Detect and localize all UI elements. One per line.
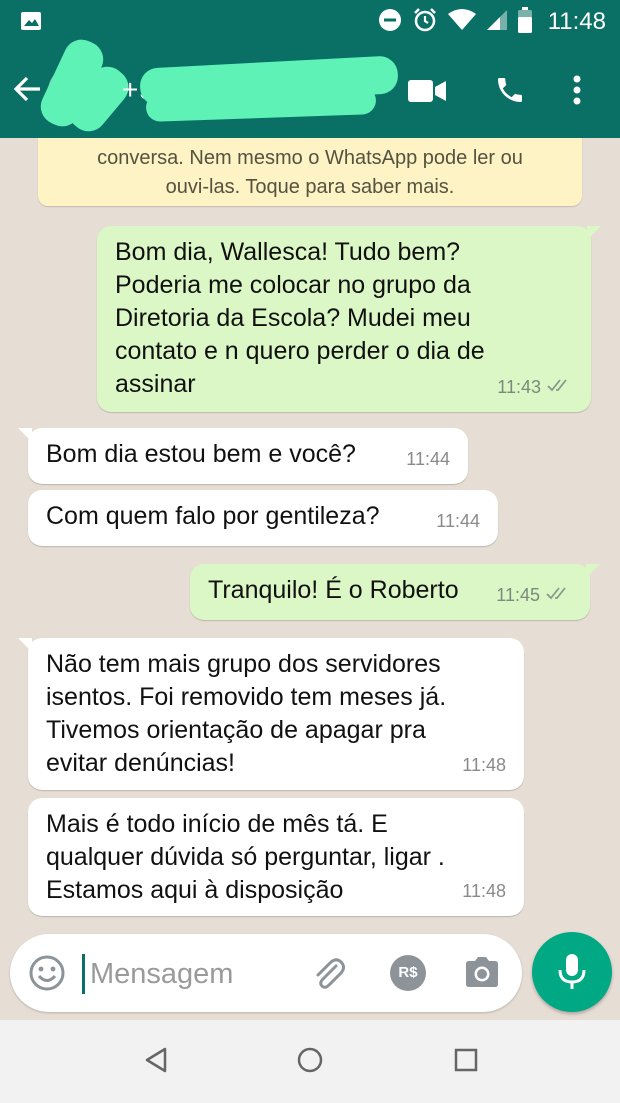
message-text: Mais é todo início de mês tá. E qualquer… [46,810,445,904]
signal-icon [486,9,508,36]
nav-recents-icon[interactable] [453,1046,479,1079]
message-time: 11:45 [496,585,540,605]
message-text: Bom dia, Wallesca! Tudo bem? Poderia me … [115,238,485,398]
message-text: Tranquilo! É o Roberto [208,576,459,604]
message-time: 11:44 [436,511,480,531]
message-text: Com quem falo por gentileza? [46,502,380,530]
system-navigation-bar [0,1020,620,1103]
encryption-notice-line: conversa. Nem mesmo o WhatsApp pode ler … [97,147,523,169]
incoming-message[interactable]: Com quem falo por gentileza? 11:44 [28,490,498,546]
chat-header: +5 [0,33,620,139]
voice-message-button[interactable] [532,932,612,1012]
camera-icon[interactable] [464,956,500,993]
message-time: 11:48 [462,881,506,901]
wifi-icon [447,8,476,36]
outgoing-message[interactable]: Tranquilo! É o Roberto 11:45 [190,564,600,620]
incoming-message[interactable]: Não tem mais grupo dos servidores isento… [18,638,524,790]
encryption-notice[interactable]: conversa. Nem mesmo o WhatsApp pode ler … [38,138,582,206]
incoming-message[interactable]: Bom dia estou bem e você? 11:44 [18,428,468,484]
message-input[interactable] [88,952,302,996]
text-cursor [82,954,85,994]
battery-icon [517,6,532,38]
attach-icon[interactable] [310,954,348,997]
message-composer: R$ [10,934,522,1012]
nav-back-icon[interactable] [143,1046,169,1079]
video-call-icon[interactable] [408,78,446,109]
read-check-icon [546,579,572,612]
more-options-icon[interactable] [572,74,582,111]
alarm-icon [412,7,438,38]
back-arrow-icon[interactable] [12,74,42,109]
clock-time: 11:48 [547,8,606,35]
image-notification-icon [20,10,42,37]
incoming-message[interactable]: Mais é todo início de mês tá. E qualquer… [28,798,524,916]
microphone-icon [558,954,586,989]
message-text: Bom dia estou bem e você? [46,440,356,468]
message-time: 11:43 [497,377,541,397]
emoji-icon[interactable] [28,954,66,997]
encryption-notice-line: ouvi-las. Toque para saber mais. [165,176,455,198]
message-time: 11:44 [406,449,450,469]
message-list: conversa. Nem mesmo o WhatsApp pode ler … [0,138,620,1018]
do-not-disturb-icon [378,8,402,37]
voice-call-icon[interactable] [494,74,526,111]
message-text: Não tem mais grupo dos servidores isento… [46,650,447,777]
read-check-icon [547,371,573,404]
message-time: 11:48 [462,755,506,775]
nav-home-icon[interactable] [296,1046,324,1079]
status-bar: 11:48 [0,0,620,44]
payment-icon[interactable]: R$ [390,955,426,991]
outgoing-message[interactable]: Bom dia, Wallesca! Tudo bem? Poderia me … [97,226,601,412]
